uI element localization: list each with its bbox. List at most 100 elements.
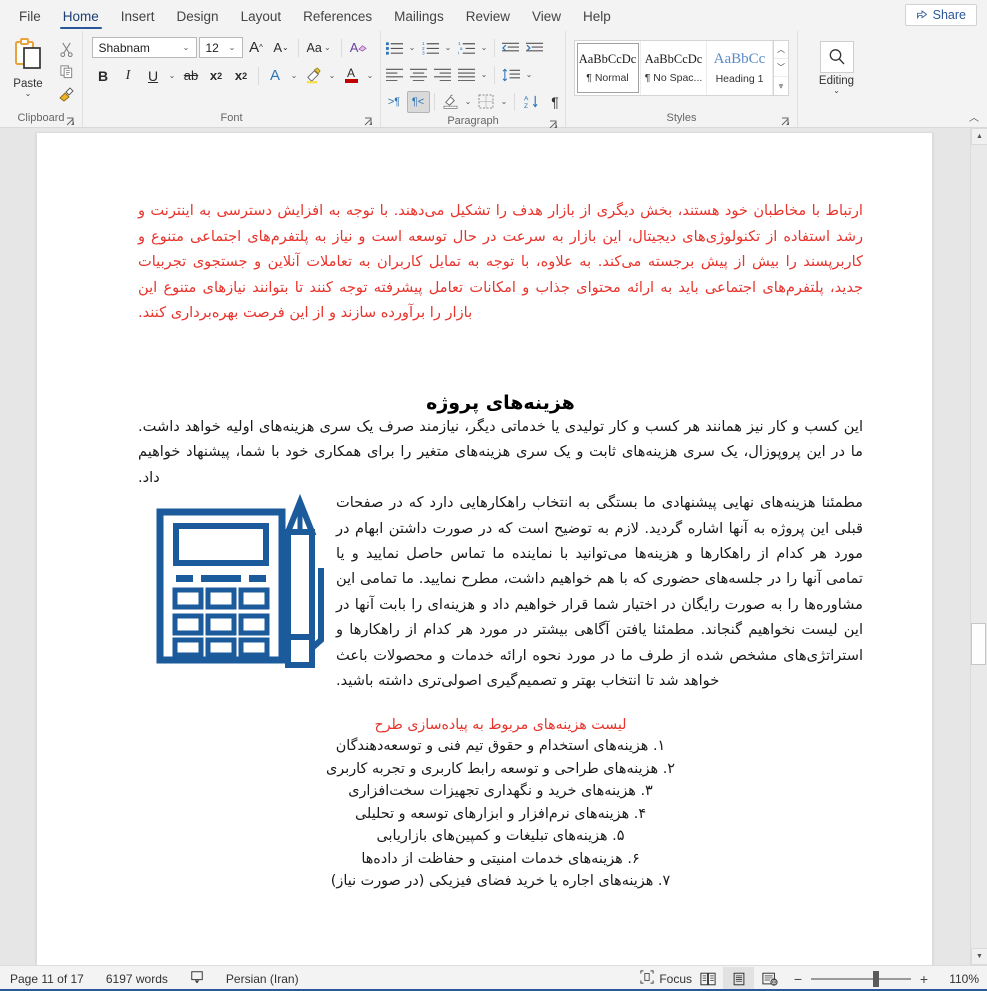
document-area[interactable]: ارتباط با مخاطبان خود هستند، بخش دیگری ا… — [0, 128, 987, 965]
list-item[interactable]: ۵. هزینه‌های تبلیغات و کمپین‌های بازاریا… — [138, 825, 863, 848]
numbering-caret[interactable]: ⌄ — [443, 43, 454, 52]
list-item[interactable]: ۳. هزینه‌های خرید و نگهداری تجهیزات سخت‌… — [138, 780, 863, 803]
bold-button[interactable]: B — [92, 65, 115, 87]
scroll-down-icon[interactable]: ▼ — [971, 948, 987, 965]
font-name-caret[interactable]: ⌄ — [181, 43, 192, 52]
justify-caret[interactable]: ⌄ — [479, 70, 490, 79]
editing-button[interactable]: Editing ⌄ — [805, 41, 869, 95]
share-button[interactable]: Share — [904, 4, 977, 26]
superscript-button[interactable]: x2 — [230, 65, 253, 87]
clear-formatting-button[interactable]: A — [347, 37, 371, 59]
align-right-icon[interactable] — [431, 64, 454, 86]
change-case-button[interactable]: Aa ⌄ — [304, 37, 336, 59]
list-item[interactable]: ۴. هزینه‌های نرم‌افزار و ابزارهای توسعه … — [138, 803, 863, 826]
zoom-in-button[interactable]: + — [917, 971, 931, 987]
show-formatting-marks-icon[interactable]: ¶ — [544, 91, 567, 113]
font-size-input[interactable]: 12 ⌄ — [198, 37, 243, 58]
style-item-heading1[interactable]: AaBbCc Heading 1 — [707, 41, 773, 95]
text-effects-caret[interactable]: ⌄ — [289, 71, 300, 80]
editing-dropdown-caret[interactable]: ⌄ — [833, 87, 840, 95]
multilevel-list-icon[interactable]: 1ai — [455, 37, 478, 59]
copy-icon[interactable] — [59, 62, 74, 81]
view-print-layout-icon[interactable] — [723, 966, 754, 991]
text-effects-button[interactable]: A — [264, 65, 287, 87]
change-case-caret[interactable]: ⌄ — [322, 43, 333, 52]
section-heading[interactable]: هزینه‌های پروژه — [138, 392, 863, 414]
grow-font-button[interactable]: A ^ — [245, 37, 268, 59]
view-web-layout-icon[interactable] — [754, 967, 785, 991]
format-painter-icon[interactable] — [58, 84, 74, 103]
ltr-text-direction-icon[interactable]: >¶ — [383, 91, 406, 113]
justify-icon[interactable] — [455, 64, 478, 86]
scrollbar-thumb[interactable] — [971, 623, 986, 665]
styles-scroll-up-icon[interactable]: ︿ — [774, 41, 788, 59]
styles-dialog-launcher[interactable] — [781, 117, 790, 126]
paragraph-red-intro[interactable]: ارتباط با مخاطبان خود هستند، بخش دیگری ا… — [138, 198, 863, 326]
document-content[interactable]: ارتباط با مخاطبان خود هستند، بخش دیگری ا… — [138, 198, 863, 893]
tab-review[interactable]: Review — [455, 5, 521, 31]
align-center-icon[interactable] — [407, 64, 430, 86]
styles-more-icon[interactable]: ⩔ — [774, 77, 788, 95]
highlight-button[interactable] — [302, 65, 325, 87]
tab-file[interactable]: File — [8, 5, 52, 31]
list-item[interactable]: ۷. هزینه‌های اجاره یا خرید فضای فیزیکی (… — [138, 870, 863, 893]
font-color-caret[interactable]: ⌄ — [365, 71, 376, 80]
rtl-text-direction-icon[interactable]: ¶< — [406, 90, 430, 113]
language-indicator[interactable]: Persian (Iran) — [226, 972, 299, 986]
tab-help[interactable]: Help — [572, 5, 622, 31]
collapse-ribbon-icon[interactable]: ︿ — [969, 109, 979, 124]
zoom-slider-thumb[interactable] — [873, 970, 879, 987]
paragraph-body-1[interactable]: این کسب و کار نیز همانند هر کسب و کار تو… — [138, 414, 863, 490]
page-indicator[interactable]: Page 11 of 17 — [10, 972, 84, 986]
word-count[interactable]: 6197 words — [106, 972, 168, 986]
zoom-level[interactable]: 110% — [937, 972, 979, 986]
font-color-button[interactable]: A — [340, 65, 363, 87]
tab-design[interactable]: Design — [166, 5, 230, 31]
multilevel-caret[interactable]: ⌄ — [479, 43, 490, 52]
subscript-button[interactable]: x2 — [205, 65, 228, 87]
zoom-slider[interactable] — [811, 970, 911, 987]
cost-list[interactable]: ۱. هزینه‌های استخدام و حقوق تیم فنی و تو… — [138, 735, 863, 893]
line-spacing-icon[interactable] — [499, 64, 523, 86]
borders-icon[interactable] — [475, 91, 498, 113]
paste-dropdown-caret[interactable]: ⌄ — [25, 90, 32, 98]
vertical-scrollbar[interactable]: ▲ ▼ — [970, 128, 987, 965]
list-item[interactable]: ۱. هزینه‌های استخدام و حقوق تیم فنی و تو… — [138, 735, 863, 758]
tab-mailings[interactable]: Mailings — [383, 5, 455, 31]
clipboard-dialog-launcher[interactable] — [66, 117, 75, 126]
style-item-no-spacing[interactable]: AaBbCcDc ¶ No Spac... — [641, 41, 707, 95]
underline-button[interactable]: U — [142, 65, 165, 87]
tab-home[interactable]: Home — [52, 5, 110, 31]
highlight-caret[interactable]: ⌄ — [327, 71, 338, 80]
list-item[interactable]: ۶. هزینه‌های خدمات امنیتی و حفاظت از داد… — [138, 848, 863, 871]
strikethrough-button[interactable]: ab — [180, 65, 203, 87]
italic-button[interactable]: I — [117, 65, 140, 87]
tab-insert[interactable]: Insert — [110, 5, 166, 31]
paste-button[interactable]: Paste ⌄ — [3, 36, 53, 98]
bullets-caret[interactable]: ⌄ — [407, 43, 418, 52]
cut-icon[interactable] — [59, 40, 74, 59]
decrease-indent-icon[interactable] — [499, 37, 522, 59]
focus-button[interactable]: Focus — [640, 970, 692, 987]
shading-icon[interactable] — [439, 91, 462, 113]
tab-references[interactable]: References — [292, 5, 383, 31]
borders-caret[interactable]: ⌄ — [499, 97, 510, 106]
underline-caret[interactable]: ⌄ — [167, 71, 178, 80]
font-dialog-launcher[interactable] — [364, 117, 373, 126]
shrink-font-button[interactable]: A ⌄ — [270, 37, 293, 59]
document-page[interactable]: ارتباط با مخاطبان خود هستند، بخش دیگری ا… — [36, 133, 933, 965]
tab-view[interactable]: View — [521, 5, 572, 31]
sort-icon[interactable]: AZ — [519, 91, 543, 113]
font-name-input[interactable]: Shabnam ⌄ — [91, 37, 197, 58]
line-spacing-caret[interactable]: ⌄ — [524, 70, 535, 79]
cost-list-title[interactable]: لیست هزینه‌های مربوط به پیاده‌سازی طرح — [138, 717, 863, 733]
increase-indent-icon[interactable] — [523, 37, 546, 59]
list-item[interactable]: ۲. هزینه‌های طراحی و توسعه رابط کاربری و… — [138, 758, 863, 781]
tab-layout[interactable]: Layout — [230, 5, 293, 31]
bullets-icon[interactable] — [383, 37, 406, 59]
view-read-mode-icon[interactable] — [692, 967, 723, 991]
zoom-out-button[interactable]: − — [791, 971, 805, 987]
font-size-caret[interactable]: ⌄ — [227, 43, 238, 52]
style-item-normal[interactable]: AaBbCcDc ¶ Normal — [575, 41, 641, 95]
scroll-up-icon[interactable]: ▲ — [971, 128, 987, 145]
